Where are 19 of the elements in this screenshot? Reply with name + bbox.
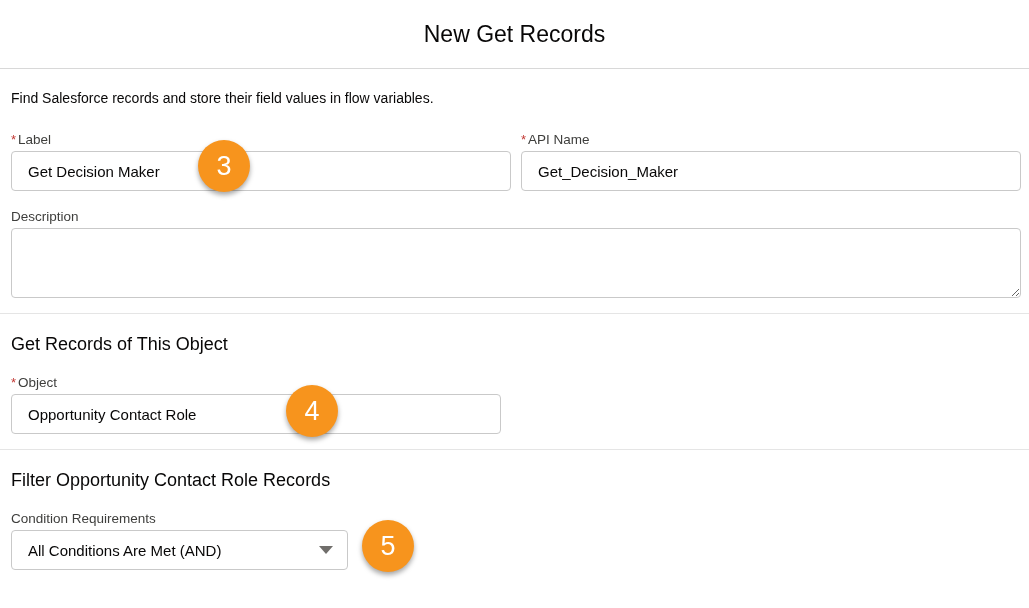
required-asterisk: * <box>521 132 527 147</box>
step-number-badge: 5 <box>362 520 414 572</box>
field-label: API Name <box>528 132 590 147</box>
step-number-badge: 3 <box>198 140 250 192</box>
description-field[interactable] <box>11 228 1021 298</box>
field-label: Condition Requirements <box>11 511 156 526</box>
section-heading: Filter Opportunity Contact Role Records <box>11 470 332 491</box>
text-field[interactable]: Get_Decision_Maker <box>521 151 1021 191</box>
field-label: Label <box>18 132 52 147</box>
caret-icon <box>319 546 333 554</box>
required-asterisk: * <box>11 375 17 390</box>
field-label: Description <box>11 209 79 224</box>
intro-text: Find Salesforce records and store their field values in flow variables. <box>11 90 435 106</box>
dialog-title: New Get Records <box>423 20 606 48</box>
required-asterisk: * <box>11 132 17 147</box>
field-label: Object <box>18 375 58 390</box>
step-number-badge: 4 <box>286 385 338 437</box>
condition-dropdown[interactable]: All Conditions Are Met (AND) <box>11 530 348 570</box>
section-heading: Get Records of This Object <box>11 334 229 355</box>
